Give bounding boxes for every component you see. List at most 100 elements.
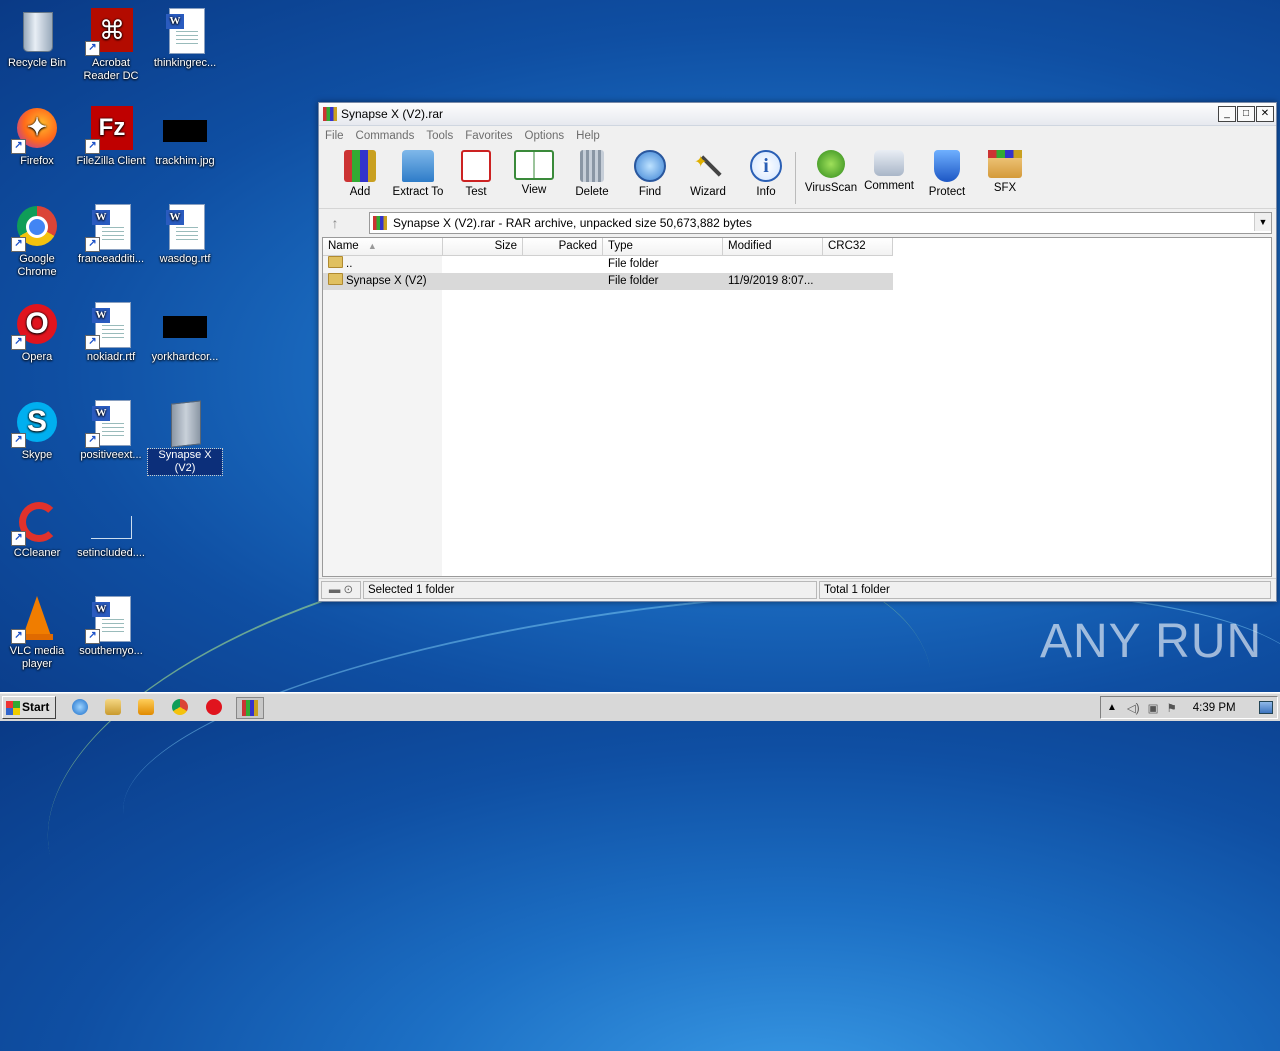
menu-tools[interactable]: Tools bbox=[426, 130, 453, 142]
sfx-box-icon bbox=[988, 150, 1022, 178]
show-desktop-icon[interactable] bbox=[1259, 701, 1273, 714]
desktop-icon-label: Google Chrome bbox=[17, 253, 57, 278]
chrome-taskbar-icon[interactable] bbox=[172, 699, 188, 715]
info-button[interactable]: i Info bbox=[737, 146, 795, 198]
shortcut-arrow-icon: ↗ bbox=[11, 531, 26, 546]
virusscan-button[interactable]: VirusScan bbox=[802, 146, 860, 194]
desktop-icon-setincluded[interactable]: setincluded.... bbox=[74, 496, 148, 560]
show-hidden-icons-icon[interactable]: ▲ bbox=[1107, 702, 1117, 713]
column-header-type[interactable]: Type bbox=[603, 238, 723, 255]
maximize-button[interactable]: □ bbox=[1237, 106, 1255, 122]
desktop-icon-nokiadr[interactable]: W ↗ nokiadr.rtf bbox=[74, 300, 148, 364]
menu-bar: File Commands Tools Favorites Options He… bbox=[319, 126, 1276, 146]
column-header-label: Name bbox=[328, 240, 359, 252]
winrar-taskbar-button[interactable] bbox=[236, 697, 264, 719]
desktop-icon-skype[interactable]: S ↗ Skype bbox=[0, 398, 74, 462]
desktop-icon-label: southernyo... bbox=[79, 645, 143, 657]
start-button[interactable]: Start bbox=[2, 696, 56, 719]
opera-taskbar-icon[interactable] bbox=[206, 699, 222, 715]
desktop-icon-franceadditi[interactable]: W ↗ franceadditi... bbox=[74, 202, 148, 266]
menu-favorites[interactable]: Favorites bbox=[465, 130, 512, 142]
desktop-icon-vlc[interactable]: ↗ VLC media player bbox=[0, 594, 74, 671]
taskbar: Start ▲ ◁) ▣ ⚑ 4:39 PM bbox=[0, 692, 1280, 721]
desktop-icon-ccleaner[interactable]: ↗ CCleaner bbox=[0, 496, 74, 560]
address-bar: ↑ Synapse X (V2).rar - RAR archive, unpa… bbox=[319, 211, 1276, 235]
internet-explorer-icon[interactable] bbox=[72, 699, 88, 715]
sfx-button[interactable]: SFX bbox=[976, 146, 1034, 194]
menu-commands[interactable]: Commands bbox=[356, 130, 415, 142]
shortcut-arrow-icon: ↗ bbox=[85, 335, 100, 350]
desktop-icon-southernyo[interactable]: W ↗ southernyo... bbox=[74, 594, 148, 658]
desktop-icon-label: CCleaner bbox=[13, 547, 61, 559]
toolbar-label: Test bbox=[465, 186, 487, 198]
rar-archive-icon bbox=[373, 216, 387, 230]
view-button[interactable]: View bbox=[505, 146, 563, 196]
desktop-icon-filezilla[interactable]: Fz ↗ FileZilla Client bbox=[74, 104, 148, 168]
extract-to-button[interactable]: Extract To bbox=[389, 146, 447, 198]
wizard-button[interactable]: ✦ Wizard bbox=[679, 146, 737, 198]
desktop-icon-opera[interactable]: O ↗ Opera bbox=[0, 300, 74, 364]
column-header-name[interactable]: Name ▲ bbox=[323, 238, 443, 255]
desktop-icon-label: thinkingrec... bbox=[153, 57, 217, 69]
word-document-icon: W bbox=[161, 6, 209, 54]
test-checklist-icon bbox=[461, 150, 491, 182]
address-field[interactable]: Synapse X (V2).rar - RAR archive, unpack… bbox=[369, 212, 1272, 234]
menu-file[interactable]: File bbox=[325, 130, 344, 142]
test-button[interactable]: Test bbox=[447, 146, 505, 198]
delete-button[interactable]: Delete bbox=[563, 146, 621, 198]
name-column-shade bbox=[323, 256, 442, 576]
minimize-button[interactable]: _ bbox=[1218, 106, 1236, 122]
network-icon[interactable]: ▣ bbox=[1148, 701, 1159, 715]
close-button[interactable]: ✕ bbox=[1256, 106, 1274, 122]
status-selected: Selected 1 folder bbox=[363, 581, 817, 599]
word-document-icon: W ↗ bbox=[85, 398, 135, 448]
column-header-crc32[interactable]: CRC32 bbox=[823, 238, 893, 255]
desktop-icon-chrome[interactable]: ↗ Google Chrome bbox=[0, 202, 74, 279]
start-label: Start bbox=[22, 700, 50, 714]
menu-options[interactable]: Options bbox=[525, 130, 565, 142]
column-header-modified[interactable]: Modified bbox=[723, 238, 823, 255]
chrome-icon: ↗ bbox=[11, 202, 61, 252]
folder-icon bbox=[328, 256, 343, 268]
desktop-icon-positiveext[interactable]: W ↗ positiveext... bbox=[74, 398, 148, 462]
menu-help[interactable]: Help bbox=[576, 130, 600, 142]
comment-button[interactable]: Comment bbox=[860, 146, 918, 192]
action-center-flag-icon[interactable]: ⚑ bbox=[1166, 701, 1176, 715]
row-packed bbox=[523, 273, 603, 290]
column-header-packed[interactable]: Packed bbox=[523, 238, 603, 255]
desktop-icon-recycle-bin[interactable]: Recycle Bin bbox=[0, 6, 74, 70]
table-row[interactable]: Synapse X (V2) File folder 11/9/2019 8:0… bbox=[323, 273, 893, 290]
folder-icon bbox=[161, 398, 209, 448]
desktop-icon-yorkhardcor[interactable]: yorkhardcor... bbox=[148, 300, 222, 364]
add-archive-icon bbox=[344, 150, 376, 182]
word-document-icon: W ↗ bbox=[85, 300, 135, 350]
shortcut-arrow-icon: ↗ bbox=[11, 433, 26, 448]
up-arrow-icon[interactable]: ↑ bbox=[323, 215, 347, 231]
clock[interactable]: 4:39 PM bbox=[1193, 702, 1236, 714]
table-row[interactable]: .. File folder bbox=[323, 256, 893, 273]
anyrun-watermark: ANY RUN bbox=[1040, 615, 1263, 668]
window-controls: _ □ ✕ bbox=[1218, 106, 1274, 122]
toolbar-label: VirusScan bbox=[804, 182, 858, 194]
column-header-size[interactable]: Size bbox=[443, 238, 523, 255]
media-player-icon[interactable] bbox=[138, 699, 154, 715]
desktop-icon-thinkingrec[interactable]: W thinkingrec... bbox=[148, 6, 222, 70]
protect-button[interactable]: Protect bbox=[918, 146, 976, 198]
desktop-icon-wasdog[interactable]: W wasdog.rtf bbox=[148, 202, 222, 266]
add-button[interactable]: Add bbox=[331, 146, 389, 198]
title-bar[interactable]: Synapse X (V2).rar _ □ ✕ bbox=[319, 103, 1276, 126]
chevron-down-icon[interactable]: ▼ bbox=[1254, 213, 1271, 231]
system-tray: ▲ ◁) ▣ ⚑ 4:39 PM bbox=[1100, 696, 1278, 719]
desktop-icon-label: positiveext... bbox=[80, 449, 142, 461]
opera-icon: O ↗ bbox=[11, 300, 61, 350]
desktop-icon-firefox[interactable]: ✦ ↗ Firefox bbox=[0, 104, 74, 168]
desktop-icon-label: setincluded.... bbox=[77, 547, 145, 559]
desktop-icon-label: nokiadr.rtf bbox=[86, 351, 136, 363]
file-explorer-icon[interactable] bbox=[105, 699, 121, 715]
desktop-icon-trackhim[interactable]: trackhim.jpg bbox=[148, 104, 222, 168]
find-button[interactable]: Find bbox=[621, 146, 679, 198]
desktop-icon-acrobat[interactable]: ⌘ ↗ Acrobat Reader DC bbox=[74, 6, 148, 83]
drive-icon[interactable]: ▬ ⊙ bbox=[321, 581, 361, 599]
volume-icon[interactable]: ◁) bbox=[1127, 701, 1140, 715]
desktop-icon-synapse-folder[interactable]: Synapse X (V2) bbox=[147, 398, 223, 476]
